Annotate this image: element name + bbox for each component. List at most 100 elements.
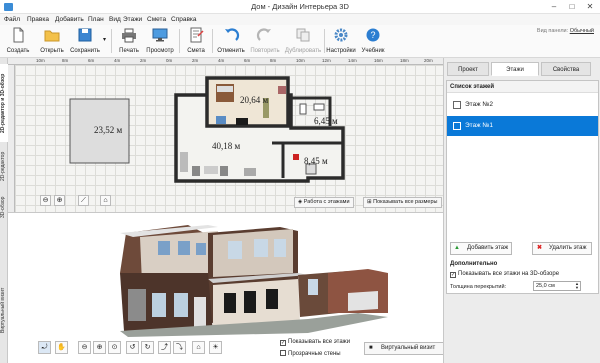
table-furniture[interactable] bbox=[204, 166, 218, 174]
hand-icon[interactable]: ✋ bbox=[55, 341, 68, 354]
tilt-down-icon[interactable]: ⤵ bbox=[173, 341, 186, 354]
close-icon[interactable]: ✕ bbox=[582, 1, 598, 13]
tutorial-label: Учебник bbox=[361, 48, 385, 54]
estimate-button[interactable]: Смета bbox=[183, 26, 209, 57]
menu-help[interactable]: Справка bbox=[171, 16, 197, 23]
menu-plan[interactable]: План bbox=[88, 16, 104, 23]
thickness-input[interactable]: 25,0 см ▲ ▼ bbox=[533, 281, 581, 291]
save-dropdown[interactable]: ▾ bbox=[101, 26, 108, 57]
tab-2d-3d[interactable]: 2D-редактор и 3D-обзор bbox=[0, 64, 8, 142]
delete-icon: ✖ bbox=[537, 245, 543, 251]
tab-virtual-visit[interactable]: Виртуальный визит bbox=[0, 286, 8, 334]
floor-item-selected[interactable]: Этаж №1 bbox=[447, 116, 598, 136]
chair-furniture[interactable] bbox=[192, 166, 200, 176]
menu-view[interactable]: Вид bbox=[109, 16, 121, 23]
measure-icon[interactable]: ⟋ bbox=[78, 195, 89, 206]
virtual-visit-label: Виртуальный визит bbox=[381, 345, 436, 351]
menu-floors[interactable]: Этажи bbox=[123, 16, 142, 23]
menu-file[interactable]: Файл bbox=[4, 16, 20, 23]
printer-icon bbox=[122, 28, 136, 43]
floor-item[interactable]: Этаж №2 bbox=[447, 95, 598, 115]
show-sizes-button[interactable]: ⊞ Показывать все размеры bbox=[363, 197, 442, 208]
tab-properties[interactable]: Свойства bbox=[541, 62, 591, 76]
gear-icon bbox=[334, 28, 348, 42]
tilt-up-icon[interactable]: ⤴ bbox=[158, 341, 171, 354]
room-area-label: 20,64 м bbox=[240, 95, 269, 105]
save-button[interactable]: Сохранить bbox=[69, 26, 101, 57]
redo-icon bbox=[256, 28, 271, 41]
checkbox-checked-icon: ✓ bbox=[280, 340, 286, 346]
monitor-icon bbox=[152, 28, 168, 42]
cabinet-furniture[interactable] bbox=[236, 118, 248, 125]
duplicate-icon bbox=[296, 28, 310, 42]
menu-edit[interactable]: Правка bbox=[27, 16, 49, 23]
spinner-icon[interactable]: ▲ ▼ bbox=[575, 282, 579, 290]
sink-furniture[interactable] bbox=[313, 103, 325, 111]
duplicate-button[interactable]: Дублировать bbox=[284, 26, 322, 57]
preview-button[interactable]: Просмотр bbox=[145, 26, 175, 57]
add-floor-button[interactable]: ▲ Добавить этаж bbox=[450, 242, 512, 255]
print-label: Печать bbox=[119, 48, 139, 54]
zoom-in-icon[interactable]: ⊕ bbox=[93, 341, 106, 354]
print-button[interactable]: Печать bbox=[115, 26, 143, 57]
tab-project[interactable]: Проект bbox=[447, 62, 489, 76]
duplicate-label: Дублировать bbox=[284, 48, 322, 54]
transparent-walls-label: Прозрачные стены bbox=[288, 351, 341, 357]
settings-button[interactable]: Настройки bbox=[326, 26, 356, 57]
rotate-icon[interactable]: ⤾ bbox=[38, 341, 51, 354]
room-area-label: 8,45 м bbox=[304, 156, 328, 166]
view-panel-value[interactable]: Обычный bbox=[570, 28, 594, 34]
light-icon[interactable]: ☀ bbox=[209, 341, 222, 354]
work-with-floors-button[interactable]: ◈ Работа с этажами bbox=[294, 197, 354, 208]
tab-floors[interactable]: Этажи bbox=[491, 62, 539, 76]
chair-furniture[interactable] bbox=[220, 166, 228, 176]
open-button[interactable]: Открыть bbox=[37, 26, 67, 57]
zoom-fit-icon[interactable]: ⊙ bbox=[108, 341, 121, 354]
zoom-out-icon[interactable]: ⊖ bbox=[40, 195, 51, 206]
sofa-furniture[interactable] bbox=[180, 152, 188, 172]
floor-icon bbox=[453, 101, 461, 109]
home-icon[interactable]: ⌂ bbox=[100, 195, 111, 206]
tutorial-button[interactable]: ? Учебник bbox=[359, 26, 387, 57]
delete-floor-button[interactable]: ✖ Удалить этаж bbox=[532, 242, 592, 255]
zoom-in-icon[interactable]: ⊕ bbox=[54, 195, 65, 206]
rotate-left-icon[interactable]: ↺ bbox=[126, 341, 139, 354]
view-panel-selector[interactable]: Вид панели: Обычный bbox=[537, 28, 594, 34]
rotate-right-icon[interactable]: ↻ bbox=[141, 341, 154, 354]
estimate-icon bbox=[190, 27, 204, 43]
show-all-floors-checkbox[interactable]: ✓ Показывать все этажи bbox=[280, 339, 350, 346]
house-3d-model[interactable] bbox=[8, 213, 443, 363]
dresser-furniture[interactable] bbox=[278, 86, 286, 94]
side-tabs: 2D-редактор и 3D-обзор 2D-редактор 3D-об… bbox=[0, 58, 8, 363]
checkbox-unchecked-icon bbox=[280, 350, 286, 356]
svg-text:?: ? bbox=[370, 30, 375, 40]
show-all-floors-3d-checkbox[interactable]: ✓ Показывать все этажи на 3D-обзоре bbox=[450, 271, 559, 278]
undo-button[interactable]: Отменить bbox=[215, 26, 247, 57]
kitchen-furniture[interactable] bbox=[244, 168, 256, 176]
create-label: Создать bbox=[6, 48, 30, 54]
tv-furniture[interactable] bbox=[216, 116, 226, 124]
view-3d[interactable]: ⤾ ✋ ⊖ ⊕ ⊙ ↺ ↻ ⤴ ⤵ ⌂ ☀ ✓ Показывать все эт… bbox=[8, 212, 443, 363]
maximize-icon[interactable]: □ bbox=[564, 1, 580, 13]
tab-2d-editor[interactable]: 2D-редактор bbox=[0, 146, 8, 186]
minimize-icon[interactable]: – bbox=[546, 1, 562, 13]
toolbar-divider bbox=[324, 29, 325, 53]
menu-estimate[interactable]: Смета bbox=[147, 16, 166, 23]
create-button[interactable]: Создать bbox=[4, 26, 32, 57]
redo-label: Повторить bbox=[250, 48, 280, 54]
floor-list-title: Список этажей bbox=[447, 81, 598, 93]
home-icon[interactable]: ⌂ bbox=[192, 341, 205, 354]
appliance-furniture[interactable] bbox=[293, 154, 299, 160]
virtual-visit-button[interactable]: ■ Виртуальный визит bbox=[364, 342, 443, 355]
menu-add[interactable]: Добавить bbox=[55, 16, 84, 23]
transparent-walls-checkbox[interactable]: Прозрачные стены bbox=[280, 350, 341, 357]
plan-2d-view[interactable]: 10m 8m 6m 4m 2m 0m 2m 4m 6m 8m 10m 12m 1… bbox=[8, 58, 443, 212]
toilet-furniture[interactable] bbox=[299, 103, 307, 115]
ruler-icon: ⊞ bbox=[367, 199, 372, 205]
show-sizes-label: Показывать все размеры bbox=[373, 199, 438, 205]
view-panel-label: Вид панели: bbox=[536, 28, 569, 34]
zoom-out-icon[interactable]: ⊖ bbox=[78, 341, 91, 354]
right-panel: Проект Этажи Свойства Список этажей Этаж… bbox=[443, 58, 600, 363]
redo-button[interactable]: Повторить bbox=[248, 26, 282, 57]
tab-3d-view[interactable]: 3D-обзор bbox=[0, 192, 8, 222]
